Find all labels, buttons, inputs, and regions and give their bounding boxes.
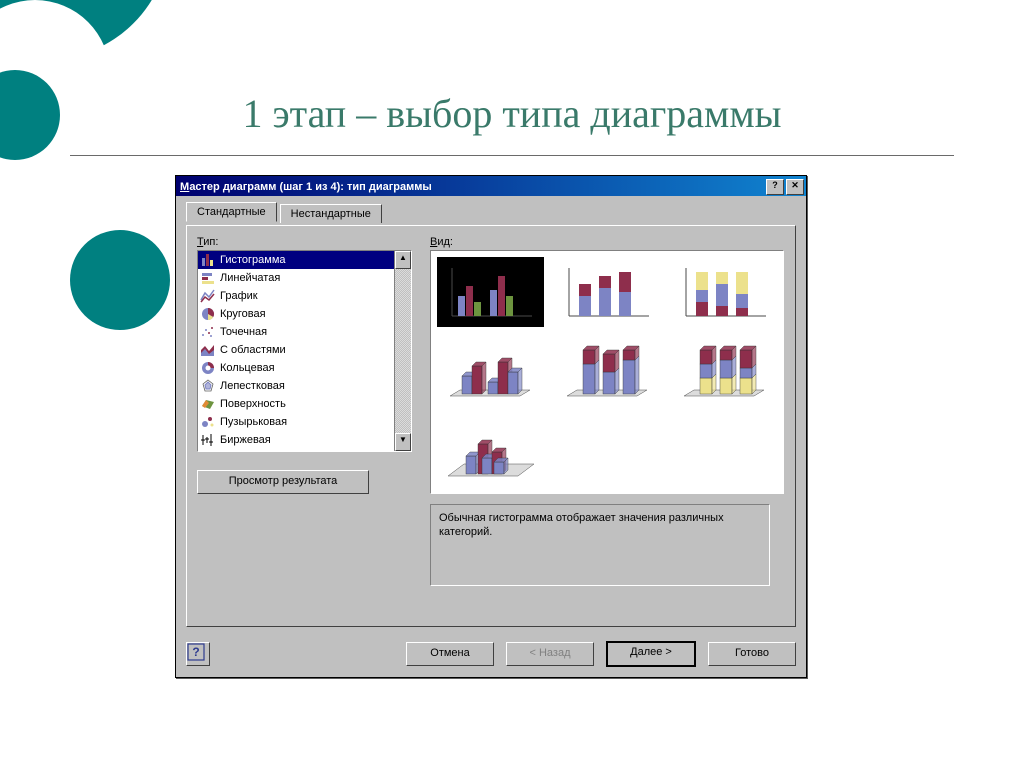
view-item-1[interactable] xyxy=(437,257,544,327)
slide-title: 1 этап – выбор типа диаграммы xyxy=(0,90,1024,137)
type-item-stock[interactable]: Биржевая xyxy=(198,431,394,449)
type-item-label: С областями xyxy=(220,344,286,356)
type-scrollbar[interactable]: ▲ ▼ xyxy=(394,251,411,451)
preview-result-button[interactable]: Просмотр результата xyxy=(197,470,369,494)
pie-icon xyxy=(200,306,216,322)
bubble-icon xyxy=(200,414,216,430)
radar-icon xyxy=(200,378,216,394)
tab-pane-standard: Тип: Гистограмма Линейчатая График Круговая… xyxy=(186,225,796,627)
area-icon xyxy=(200,342,216,358)
type-item-pie[interactable]: Круговая xyxy=(198,305,394,323)
type-item-label: Кольцевая xyxy=(220,362,275,374)
type-item-radar[interactable]: Лепестковая xyxy=(198,377,394,395)
type-item-label: Точечная xyxy=(220,326,267,338)
finish-button[interactable]: Готово xyxy=(708,642,796,666)
footer-help-button[interactable]: ? xyxy=(186,642,210,666)
type-label: Тип: xyxy=(197,236,412,248)
slide-title-underline xyxy=(70,155,954,156)
stock-icon xyxy=(200,432,216,448)
surface-icon xyxy=(200,396,216,412)
bar-icon xyxy=(200,252,216,268)
type-item-line[interactable]: График xyxy=(198,287,394,305)
slide-decor-dot-2 xyxy=(70,230,170,330)
type-item-surface[interactable]: Поверхность xyxy=(198,395,394,413)
tab-standard[interactable]: Стандартные xyxy=(186,202,277,222)
view-item-6[interactable] xyxy=(670,337,777,407)
line-icon xyxy=(200,288,216,304)
chart-wizard-dialog: Мастер диаграмм (шаг 1 из 4): тип диагра… xyxy=(175,175,807,678)
cancel-button[interactable]: Отмена xyxy=(406,642,494,666)
view-item-7[interactable] xyxy=(437,417,544,487)
bar-icon xyxy=(200,252,216,268)
back-button: < Назад xyxy=(506,642,594,666)
next-button[interactable]: Далее > xyxy=(606,641,696,667)
type-item-label: Поверхность xyxy=(220,398,286,410)
type-item-scatter[interactable]: Точечная xyxy=(198,323,394,341)
view-item-2[interactable] xyxy=(554,257,661,327)
dialog-titlebar: Мастер диаграмм (шаг 1 из 4): тип диагра… xyxy=(176,176,806,196)
tab-custom[interactable]: Нестандартные xyxy=(280,204,382,223)
type-item-label: График xyxy=(220,290,258,302)
surface-icon xyxy=(200,396,216,412)
type-item-hbar[interactable]: Линейчатая xyxy=(198,269,394,287)
type-item-label: Гистограмма xyxy=(220,254,286,266)
hbar-icon xyxy=(200,270,216,286)
scatter-icon xyxy=(200,324,216,340)
chart-view-grid xyxy=(430,250,784,494)
area-icon xyxy=(200,342,216,358)
view-item-5[interactable] xyxy=(554,337,661,407)
view-item-3[interactable] xyxy=(670,257,777,327)
type-item-label: Пузырьковая xyxy=(220,416,287,428)
scatter-icon xyxy=(200,324,216,340)
type-item-label: Биржевая xyxy=(220,434,271,446)
title-help-button[interactable]: ? xyxy=(766,179,784,195)
chart-description: Обычная гистограмма отображает значения … xyxy=(430,504,770,586)
hbar-icon xyxy=(200,270,216,286)
dialog-title: Мастер диаграмм (шаг 1 из 4): тип диагра… xyxy=(180,181,764,193)
type-item-donut[interactable]: Кольцевая xyxy=(198,359,394,377)
view-item-4[interactable] xyxy=(437,337,544,407)
pie-icon xyxy=(200,306,216,322)
close-button[interactable]: ✕ xyxy=(786,179,804,195)
view-label: Вид: xyxy=(430,236,785,248)
stock-icon xyxy=(200,432,216,448)
donut-icon xyxy=(200,360,216,376)
chart-type-listbox[interactable]: Гистограмма Линейчатая График Круговая Точеч… xyxy=(197,250,412,452)
radar-icon xyxy=(200,378,216,394)
donut-icon xyxy=(200,360,216,376)
scroll-down-button[interactable]: ▼ xyxy=(395,433,411,451)
type-item-bubble[interactable]: Пузырьковая xyxy=(198,413,394,431)
line-icon xyxy=(200,288,216,304)
help-icon: ? xyxy=(187,643,205,661)
bubble-icon xyxy=(200,414,216,430)
type-item-label: Линейчатая xyxy=(220,272,280,284)
svg-text:?: ? xyxy=(192,645,199,659)
type-item-label: Круговая xyxy=(220,308,266,320)
dialog-footer: ? Отмена < Назад Далее > Готово xyxy=(176,637,806,677)
scroll-track[interactable] xyxy=(395,269,411,433)
type-item-area[interactable]: С областями xyxy=(198,341,394,359)
type-item-label: Лепестковая xyxy=(220,380,285,392)
type-item-bar[interactable]: Гистограмма xyxy=(198,251,394,269)
scroll-up-button[interactable]: ▲ xyxy=(395,251,411,269)
